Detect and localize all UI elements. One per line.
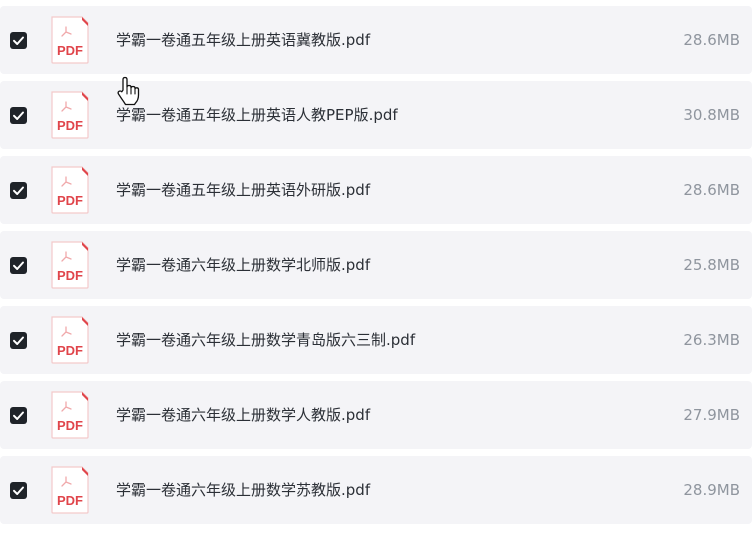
file-row[interactable]: PDF 学霸一卷通五年级上册英语冀教版.pdf 28.6MB: [0, 6, 752, 74]
file-list: PDF 学霸一卷通五年级上册英语冀教版.pdf 28.6MB PDF 学霸一卷通…: [0, 0, 753, 534]
file-size: 28.6MB: [683, 181, 740, 199]
file-name[interactable]: 学霸一卷通五年级上册英语外研版.pdf: [116, 156, 370, 224]
file-size: 30.8MB: [683, 106, 740, 124]
file-name[interactable]: 学霸一卷通五年级上册英语冀教版.pdf: [116, 6, 370, 74]
file-name[interactable]: 学霸一卷通六年级上册数学青岛版六三制.pdf: [116, 306, 415, 374]
pdf-file-icon: PDF: [48, 166, 92, 214]
checkbox-checked-icon[interactable]: [10, 182, 27, 199]
pdf-label: PDF: [57, 118, 83, 133]
file-size: 27.9MB: [683, 406, 740, 424]
pdf-file-icon: PDF: [48, 391, 92, 439]
pdf-label: PDF: [57, 418, 83, 433]
checkbox-checked-icon[interactable]: [10, 32, 27, 49]
file-row[interactable]: PDF 学霸一卷通六年级上册数学北师版.pdf 25.8MB: [0, 231, 752, 299]
file-row[interactable]: PDF 学霸一卷通六年级上册数学青岛版六三制.pdf 26.3MB: [0, 306, 752, 374]
checkbox-checked-icon[interactable]: [10, 407, 27, 424]
pdf-file-icon: PDF: [48, 316, 92, 364]
file-row[interactable]: PDF 学霸一卷通五年级上册英语人教PEP版.pdf 30.8MB: [0, 81, 752, 149]
file-size: 28.9MB: [683, 481, 740, 499]
file-name[interactable]: 学霸一卷通六年级上册数学人教版.pdf: [116, 381, 370, 449]
pdf-label: PDF: [57, 268, 83, 283]
pdf-file-icon: PDF: [48, 16, 92, 64]
checkbox-checked-icon[interactable]: [10, 332, 27, 349]
pdf-label: PDF: [57, 493, 83, 508]
pdf-file-icon: PDF: [48, 466, 92, 514]
file-row[interactable]: PDF 学霸一卷通六年级上册数学人教版.pdf 27.9MB: [0, 381, 752, 449]
pdf-file-icon: PDF: [48, 91, 92, 139]
file-name[interactable]: 学霸一卷通六年级上册数学北师版.pdf: [116, 231, 370, 299]
file-name[interactable]: 学霸一卷通六年级上册数学苏教版.pdf: [116, 456, 370, 524]
file-size: 25.8MB: [683, 256, 740, 274]
file-row[interactable]: PDF 学霸一卷通六年级上册数学苏教版.pdf 28.9MB: [0, 456, 752, 524]
pdf-label: PDF: [57, 343, 83, 358]
file-size: 26.3MB: [683, 331, 740, 349]
checkbox-checked-icon[interactable]: [10, 482, 27, 499]
file-size: 28.6MB: [683, 31, 740, 49]
pdf-file-icon: PDF: [48, 241, 92, 289]
file-row[interactable]: PDF 学霸一卷通五年级上册英语外研版.pdf 28.6MB: [0, 156, 752, 224]
checkbox-checked-icon[interactable]: [10, 107, 27, 124]
pdf-label: PDF: [57, 193, 83, 208]
file-name[interactable]: 学霸一卷通五年级上册英语人教PEP版.pdf: [116, 81, 398, 149]
pdf-label: PDF: [57, 43, 83, 58]
checkbox-checked-icon[interactable]: [10, 257, 27, 274]
